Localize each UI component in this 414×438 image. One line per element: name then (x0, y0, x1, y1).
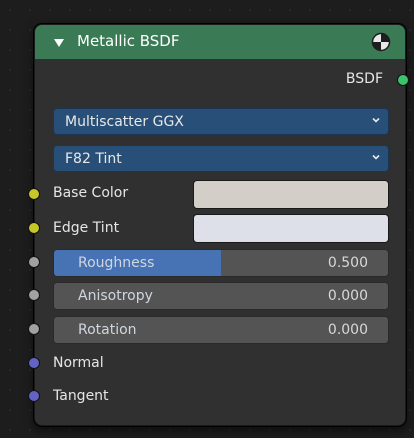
roughness-value: 0.500 (327, 255, 368, 271)
tangent-socket[interactable] (28, 390, 40, 402)
fresnel-type-dropdown[interactable]: F82 Tint (53, 145, 389, 172)
rotation-value: 0.000 (327, 322, 368, 338)
anisotropy-slider[interactable]: Anisotropy 0.000 (53, 282, 389, 310)
fresnel-type-value: F82 Tint (65, 151, 122, 167)
rotation-socket[interactable] (28, 323, 40, 335)
metallic-bsdf-node[interactable]: Metallic BSDF BSDF Multiscatter GGX F82 … (34, 24, 406, 426)
roughness-socket[interactable] (28, 256, 40, 268)
base-color-swatch[interactable] (193, 180, 389, 209)
roughness-label: Roughness (78, 255, 155, 271)
chevron-down-icon (372, 154, 380, 160)
node-title: Metallic BSDF (77, 32, 180, 50)
output-label-bsdf: BSDF (345, 71, 383, 87)
anisotropy-label: Anisotropy (78, 288, 153, 304)
edge-tint-label: Edge Tint (53, 220, 120, 236)
node-header[interactable]: Metallic BSDF (35, 25, 405, 59)
base-color-socket[interactable] (28, 188, 40, 200)
base-color-label: Base Color (53, 185, 129, 201)
edge-tint-socket[interactable] (28, 222, 40, 234)
normal-socket[interactable] (28, 357, 40, 369)
tangent-label: Tangent (53, 388, 109, 404)
anisotropy-socket[interactable] (28, 289, 40, 301)
chevron-down-icon (372, 117, 380, 123)
material-preview-icon[interactable] (371, 32, 391, 52)
rotation-slider[interactable]: Rotation 0.000 (53, 316, 389, 344)
collapse-triangle-icon[interactable] (54, 39, 64, 47)
normal-label: Normal (53, 355, 104, 371)
rotation-label: Rotation (78, 322, 137, 338)
roughness-slider[interactable]: Roughness 0.500 (53, 249, 389, 277)
edge-tint-swatch[interactable] (193, 214, 389, 243)
distribution-value: Multiscatter GGX (65, 114, 184, 130)
distribution-dropdown[interactable]: Multiscatter GGX (53, 108, 389, 135)
anisotropy-value: 0.000 (327, 288, 368, 304)
bsdf-output-socket[interactable] (397, 74, 409, 86)
